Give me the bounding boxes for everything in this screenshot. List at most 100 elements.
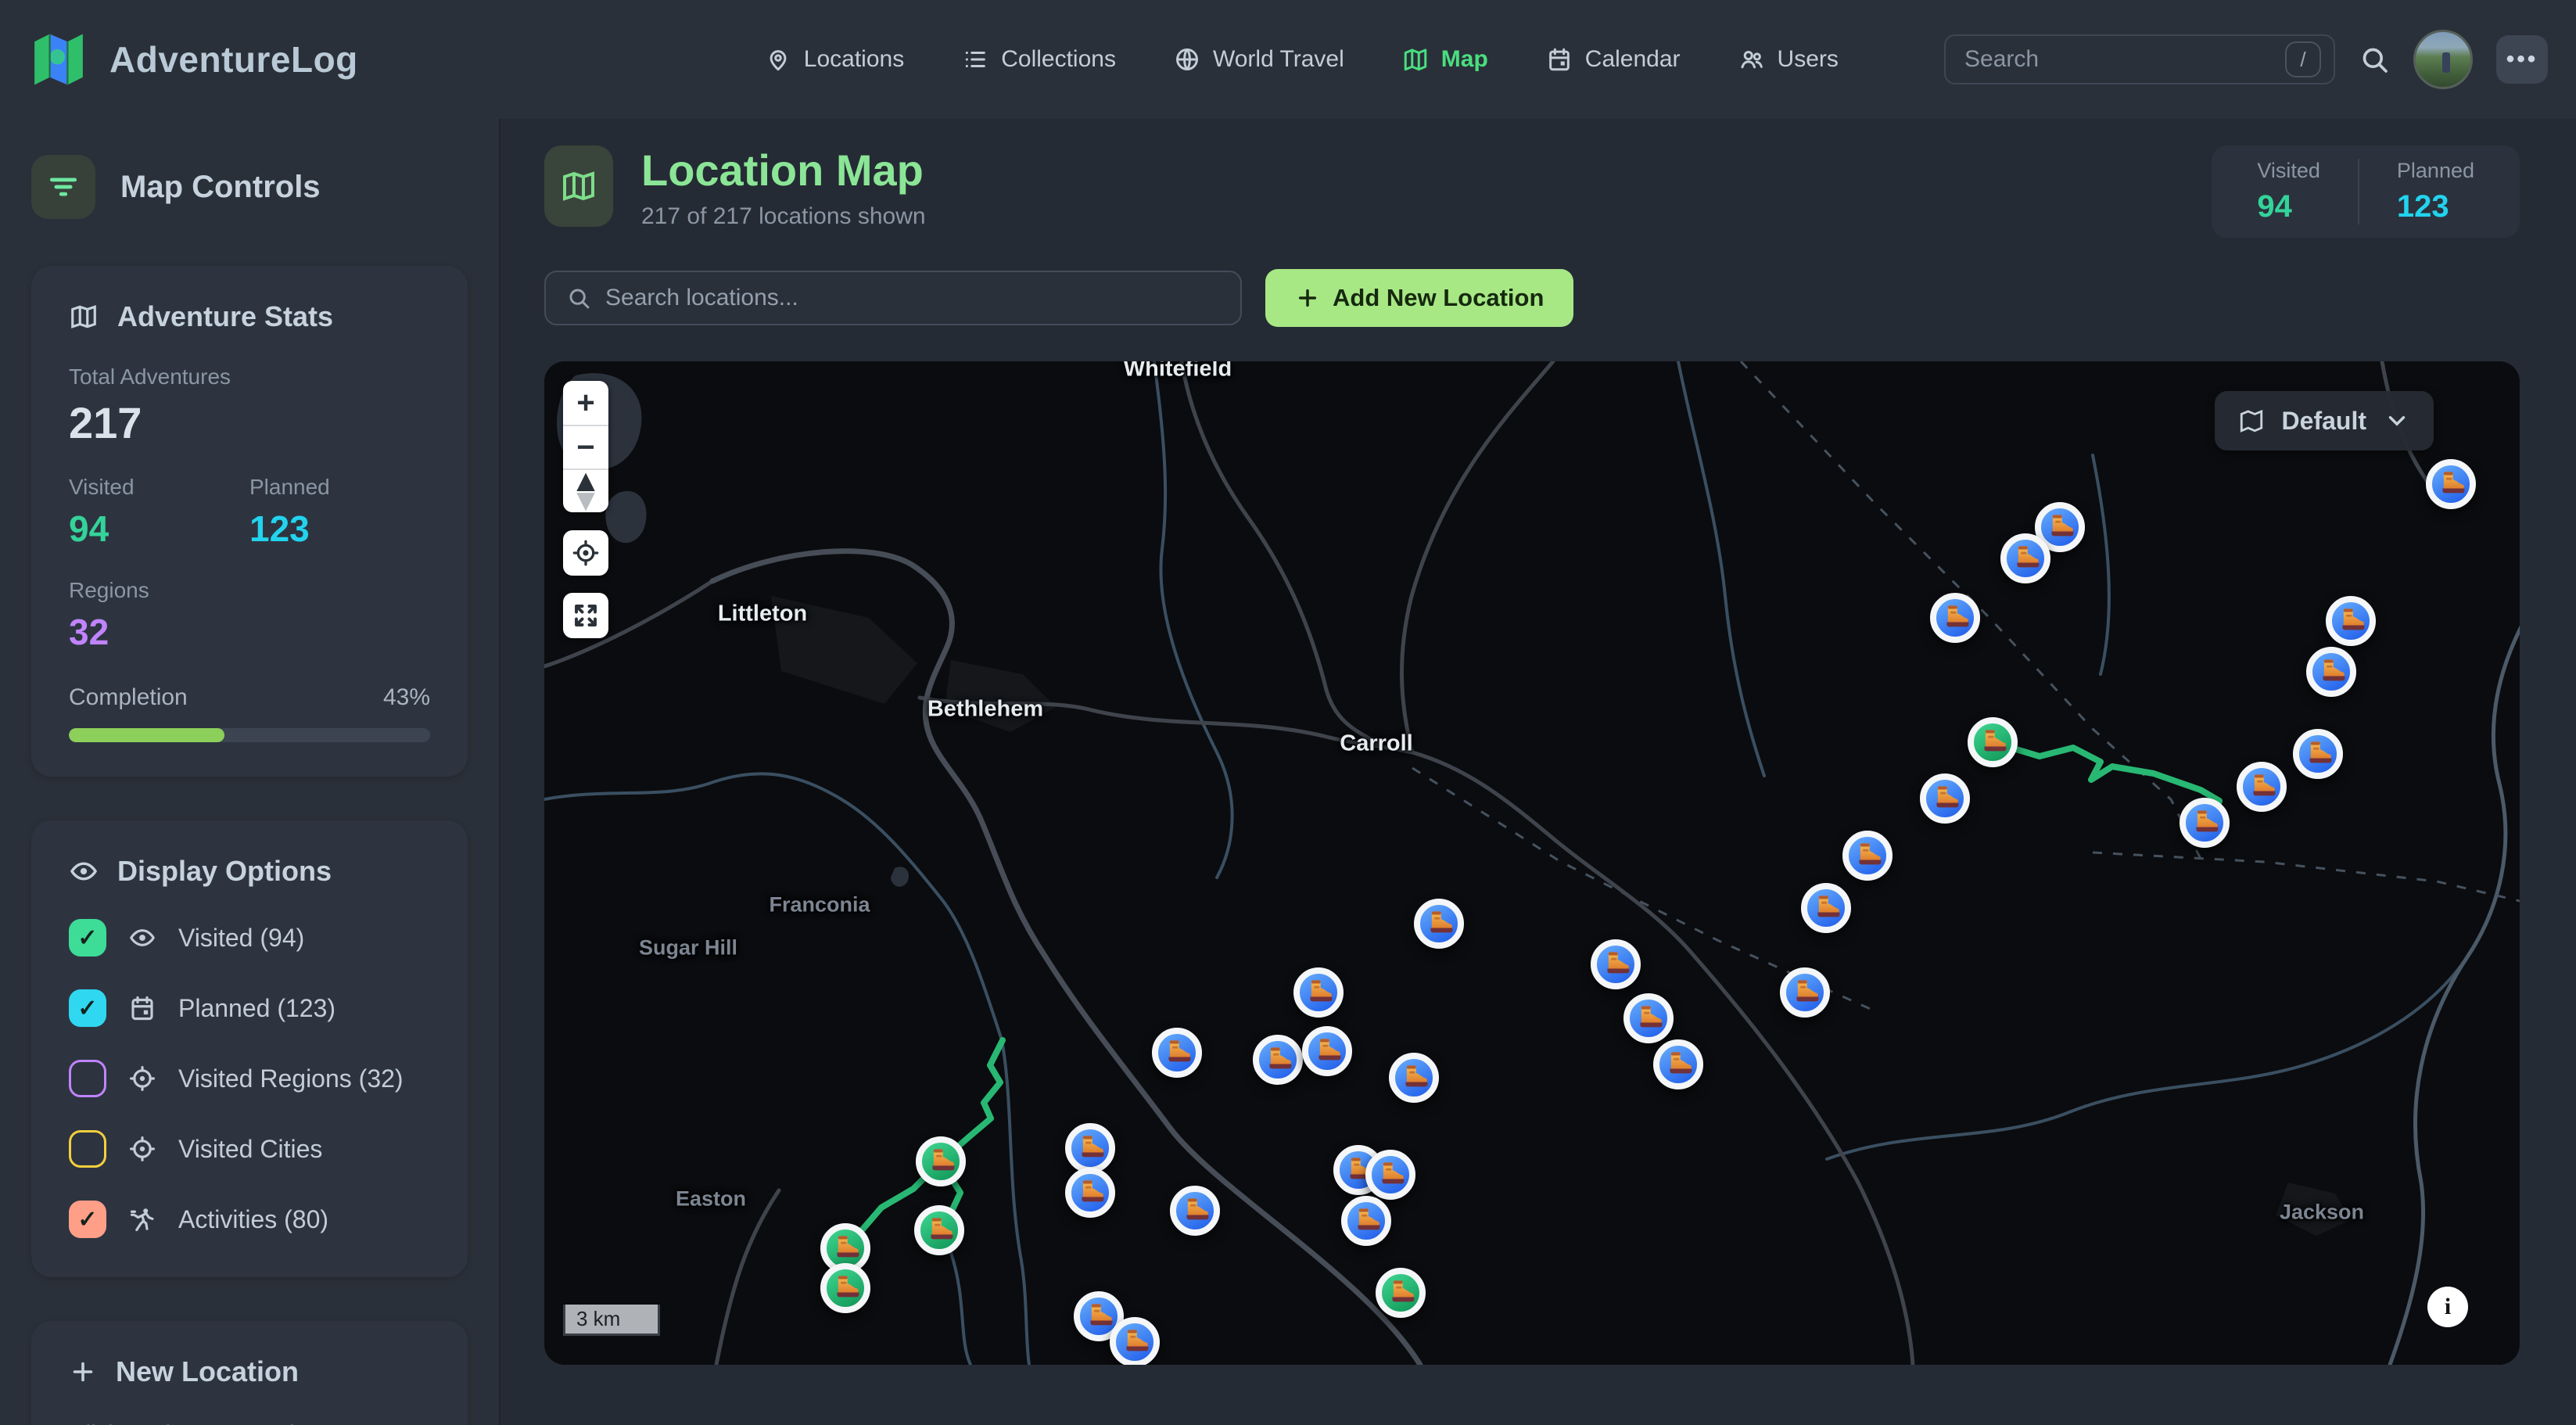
visited-hike-marker[interactable]	[1376, 1268, 1426, 1318]
top-navbar: AdventureLog Locations Collections World T…	[0, 0, 2576, 119]
zoom-out-button[interactable]: −	[563, 425, 608, 468]
location-map[interactable]: WhitefieldLittletonBethlehemCarrollFranc…	[544, 361, 2520, 1365]
nav-item-collections[interactable]: Collections	[962, 46, 1116, 73]
locate-button[interactable]	[563, 530, 608, 576]
planned-hike-marker[interactable]	[2000, 533, 2050, 583]
target-icon	[128, 1064, 156, 1093]
display-options-list: ✓Visited (94) ✓Planned (123) Visited Regio…	[69, 919, 430, 1238]
planned-hike-marker[interactable]	[2326, 596, 2376, 646]
location-search[interactable]	[544, 271, 1242, 325]
planned-hike-marker[interactable]	[1920, 774, 1970, 824]
more-menu-button[interactable]: •••	[2496, 35, 2548, 84]
visited-hike-marker[interactable]	[820, 1263, 870, 1313]
planned-hike-marker[interactable]	[1414, 899, 1464, 949]
regions-stat: Regions 32	[69, 578, 249, 653]
planned-hike-marker[interactable]	[1293, 967, 1344, 1018]
planned-hike-marker[interactable]	[1623, 993, 1674, 1043]
planned-hike-marker[interactable]	[1341, 1196, 1391, 1246]
planned-hike-marker[interactable]	[2180, 798, 2230, 848]
global-search[interactable]: /	[1944, 34, 2335, 84]
target-icon	[128, 1135, 156, 1163]
brand[interactable]: AdventureLog	[28, 29, 358, 90]
planned-hike-marker[interactable]	[1389, 1053, 1439, 1103]
zoom-in-button[interactable]: +	[563, 381, 608, 425]
nav-item-map[interactable]: Map	[1402, 46, 1488, 73]
planned-hike-marker[interactable]	[1065, 1123, 1115, 1173]
planned-hike-marker[interactable]	[2426, 459, 2476, 509]
planned-hike-marker[interactable]	[1365, 1150, 1415, 1200]
planned-hike-marker[interactable]	[1842, 831, 1893, 881]
user-avatar[interactable]	[2413, 30, 2473, 89]
hiking-boot-icon	[1975, 725, 2010, 759]
hiking-boot-icon	[1349, 1204, 1383, 1238]
hiking-boot-icon	[1850, 838, 1885, 873]
nav-item-users[interactable]: Users	[1738, 46, 1839, 73]
nav-item-world-travel[interactable]: World Travel	[1174, 46, 1344, 73]
hiking-boot-icon	[1301, 975, 1336, 1010]
planned-hike-marker[interactable]	[1253, 1035, 1303, 1085]
map-controls-sidebar: Map Controls Adventure Stats Total Adven…	[0, 119, 500, 1425]
map-info-button[interactable]: i	[2427, 1287, 2468, 1327]
visited-hike-marker[interactable]	[1968, 717, 2018, 767]
location-map-icon	[544, 145, 613, 227]
filter-icon[interactable]	[31, 155, 95, 219]
fullscreen-button[interactable]	[563, 593, 608, 638]
checkbox[interactable]	[69, 1130, 106, 1168]
search-icon[interactable]	[2359, 44, 2390, 75]
planned-hike-marker[interactable]	[1801, 883, 1851, 933]
compass-button[interactable]: ▲▼	[563, 468, 608, 512]
hiking-boot-icon	[1082, 1299, 1116, 1333]
display-option-visited-94[interactable]: ✓Visited (94)	[69, 919, 430, 957]
add-new-location-button[interactable]: Add New Location	[1265, 269, 1573, 327]
page-title: Location Map	[641, 145, 926, 196]
map-layer-picker[interactable]: Default	[2215, 391, 2434, 450]
users-icon	[1738, 46, 1765, 73]
stats-card-title: Adventure Stats	[117, 300, 333, 333]
checkbox[interactable]: ✓	[69, 1201, 106, 1238]
planned-hike-marker[interactable]	[2237, 762, 2287, 812]
planned-hike-marker[interactable]	[1110, 1317, 1160, 1365]
planned-hike-marker[interactable]	[1780, 967, 1830, 1018]
sidebar-header: Map Controls	[31, 155, 468, 219]
global-search-input[interactable]	[1964, 46, 2285, 73]
main-content: Location Map 217 of 217 locations shown …	[500, 119, 2576, 1425]
checkbox[interactable]: ✓	[69, 919, 106, 957]
eye-icon	[69, 856, 99, 886]
visited-hike-marker[interactable]	[914, 1205, 964, 1255]
planned-hike-marker[interactable]	[1653, 1039, 1703, 1089]
location-search-input[interactable]	[605, 285, 1220, 311]
hiking-boot-icon	[2334, 604, 2368, 638]
planned-hike-marker[interactable]	[2293, 729, 2343, 779]
planned-hike-marker[interactable]	[1065, 1168, 1115, 1218]
navbar-right: / •••	[1944, 30, 2548, 89]
checkbox[interactable]: ✓	[69, 989, 106, 1027]
display-option-planned-123[interactable]: ✓Planned (123)	[69, 989, 430, 1027]
planned-hike-marker[interactable]	[1170, 1186, 1220, 1236]
hiking-boot-icon	[1160, 1036, 1194, 1070]
hiking-boot-icon	[1118, 1325, 1152, 1359]
planned-hike-marker[interactable]	[1152, 1028, 1202, 1078]
nav-item-locations[interactable]: Locations	[765, 46, 904, 73]
hiking-boot-icon	[2043, 510, 2077, 544]
display-option-activities-80[interactable]: ✓Activities (80)	[69, 1201, 430, 1238]
planned-hike-marker[interactable]	[1930, 593, 1980, 643]
planned-hike-marker[interactable]	[1302, 1026, 1352, 1076]
planned-hike-marker[interactable]	[2306, 647, 2356, 697]
hiking-boot-icon	[1598, 947, 1633, 982]
hiking-boot-icon	[1631, 1001, 1666, 1036]
visited-hike-marker[interactable]	[916, 1136, 966, 1186]
new-location-title: New Location	[116, 1355, 299, 1388]
hiking-boot-icon	[2008, 541, 2043, 576]
map-stats-badge: Visited 94 Planned 123	[2212, 145, 2520, 238]
display-option-visited-cities[interactable]: Visited Cities	[69, 1130, 430, 1168]
planned-hike-marker[interactable]	[1591, 939, 1641, 989]
app-logo-icon	[28, 29, 89, 90]
display-option-visited-regions-32[interactable]: Visited Regions (32)	[69, 1060, 430, 1097]
map-icon	[69, 302, 99, 332]
hiking-boot-icon	[1397, 1061, 1431, 1095]
checkbox[interactable]	[69, 1060, 106, 1097]
nav-item-calendar[interactable]: Calendar	[1546, 46, 1681, 73]
app-title: AdventureLog	[109, 38, 358, 81]
runner-icon	[128, 1205, 156, 1233]
hiking-boot-icon	[1178, 1193, 1212, 1228]
